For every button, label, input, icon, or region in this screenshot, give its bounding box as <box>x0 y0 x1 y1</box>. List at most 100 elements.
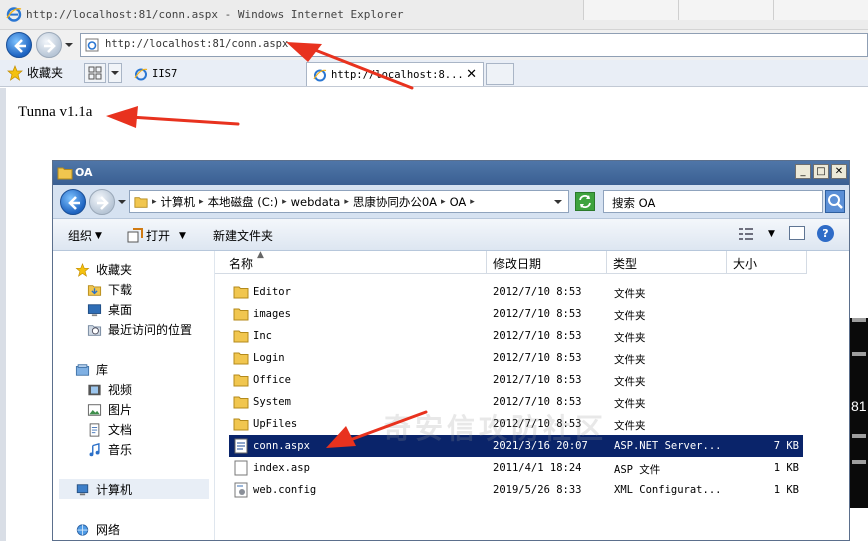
nav-favorites[interactable]: 收藏夹 <box>75 261 132 278</box>
tab-list-dropdown[interactable] <box>108 63 122 83</box>
breadcrumb-item[interactable]: 思康协同办公0A <box>353 194 437 210</box>
favorites-button[interactable]: 收藏夹 <box>7 64 63 81</box>
quick-tabs-button[interactable] <box>84 63 106 83</box>
file-type: 文件夹 <box>614 332 646 344</box>
address-url[interactable]: http://localhost:81/conn.aspx <box>105 38 288 50</box>
preview-pane-button[interactable] <box>789 226 805 240</box>
column-header-size[interactable]: 大小 <box>727 251 807 274</box>
tab-label: IIS7 <box>152 68 178 80</box>
tab-conn-aspx[interactable]: http://localhost:8... ✕ <box>306 62 484 86</box>
column-label: 名称 <box>229 257 254 271</box>
file-name: UpFiles <box>253 418 298 430</box>
nav-label: 桌面 <box>108 303 133 317</box>
new-folder-button[interactable]: 新建文件夹 <box>213 227 273 244</box>
close-tab-icon[interactable]: ✕ <box>466 67 477 82</box>
folder-icon <box>57 167 73 180</box>
chevron-down-icon: ▼ <box>768 229 775 239</box>
file-row[interactable]: Login 2012/7/10 8:53 文件夹 <box>229 347 803 369</box>
recent-pages-dropdown-icon[interactable] <box>117 197 127 207</box>
open-button[interactable]: 打开 ▼ <box>127 227 186 244</box>
column-header-date[interactable]: 修改日期 <box>487 251 607 274</box>
address-history-dropdown-icon[interactable] <box>553 197 563 207</box>
folder-icon <box>134 196 148 208</box>
tab-iis7[interactable]: IIS7 <box>128 62 304 86</box>
column-header-name[interactable]: ▲ 名称 <box>215 250 487 274</box>
address-row: http://localhost:81/conn.aspx <box>0 30 868 60</box>
nav-label: 库 <box>96 363 109 377</box>
nav-recent-places[interactable]: 最近访问的位置 <box>87 321 192 338</box>
file-row[interactable]: images 2012/7/10 8:53 文件夹 <box>229 303 803 325</box>
file-type: 文件夹 <box>614 376 646 388</box>
address-bar[interactable]: http://localhost:81/conn.aspx <box>80 33 868 57</box>
new-folder-label: 新建文件夹 <box>213 229 274 243</box>
file-row[interactable]: Office 2012/7/10 8:53 文件夹 <box>229 369 803 391</box>
explorer-title: OA <box>75 166 93 179</box>
organize-button[interactable]: 组织 ▼ <box>68 227 102 244</box>
asp-file-icon <box>233 460 249 479</box>
column-label: 类型 <box>613 257 638 271</box>
ie-logo-icon <box>6 7 22 22</box>
new-tab-button[interactable] <box>486 63 514 85</box>
column-header-type[interactable]: 类型 <box>607 251 727 274</box>
forward-button[interactable] <box>36 32 62 58</box>
document-icon <box>89 422 100 437</box>
quick-tabs-icon <box>88 66 102 80</box>
search-button[interactable] <box>825 190 845 213</box>
open-label: 打开 <box>146 229 171 243</box>
folder-icon <box>233 350 249 369</box>
breadcrumb[interactable]: ▸ 计算机 ▸ 本地磁盘 (C:) ▸ webdata ▸ 思康协同办公0A ▸… <box>129 190 569 213</box>
arrow-left-icon <box>68 196 80 210</box>
file-row[interactable]: index.asp 2011/4/1 18:24 ASP 文件 1 KB <box>229 457 803 479</box>
file-size: 7 KB <box>773 440 799 452</box>
explorer-title-bar: OA _ □ ✕ <box>53 161 849 185</box>
folder-icon <box>233 416 249 435</box>
aspx-file-icon <box>233 438 249 457</box>
explorer-close-button[interactable]: ✕ <box>831 164 847 179</box>
minimize-button[interactable] <box>583 0 678 20</box>
file-name: Editor <box>253 286 291 298</box>
refresh-button[interactable] <box>575 192 595 211</box>
nav-desktop[interactable]: 桌面 <box>87 301 132 318</box>
breadcrumb-item[interactable]: webdata <box>291 195 341 209</box>
explorer-nav-bar: ▸ 计算机 ▸ 本地磁盘 (C:) ▸ webdata ▸ 思康协同办公0A ▸… <box>53 185 849 219</box>
nav-documents[interactable]: 文档 <box>87 421 132 438</box>
change-view-button[interactable]: ▼ <box>737 226 775 242</box>
back-button[interactable] <box>6 32 32 58</box>
nav-computer[interactable]: 计算机 <box>75 481 132 498</box>
explorer-maximize-button[interactable]: □ <box>813 164 829 179</box>
breadcrumb-item[interactable]: 本地磁盘 (C:) <box>208 194 279 210</box>
file-type: ASP 文件 <box>614 464 661 476</box>
maximize-button[interactable] <box>678 0 773 20</box>
chevron-down-icon: ▼ <box>95 230 102 241</box>
nav-libraries[interactable]: 库 <box>75 361 108 378</box>
nav-music[interactable]: 音乐 <box>87 441 132 458</box>
search-input[interactable]: 搜索 OA <box>603 190 823 213</box>
explorer-back-button[interactable] <box>60 189 86 215</box>
desktop-icon <box>87 303 102 316</box>
refresh-icon <box>579 195 591 208</box>
nav-downloads[interactable]: 下载 <box>87 281 132 298</box>
watermark-text: 奇安信攻防社区 <box>383 412 608 445</box>
arrow-right-icon <box>44 39 56 53</box>
breadcrumb-separator-icon: ▸ <box>344 196 349 207</box>
nav-network[interactable]: 网络 <box>75 521 120 538</box>
help-icon[interactable]: ? <box>817 225 834 242</box>
page-icon <box>85 38 99 52</box>
sort-ascending-icon: ▲ <box>257 250 264 260</box>
nav-pictures[interactable]: 图片 <box>87 401 132 418</box>
file-row[interactable]: web.config 2019/5/26 8:33 XML Configurat..… <box>229 479 803 501</box>
nav-videos[interactable]: 视频 <box>87 381 132 398</box>
column-label: 大小 <box>733 257 758 271</box>
breadcrumb-item[interactable]: 计算机 <box>161 194 196 210</box>
file-date: 2012/7/10 8:53 <box>493 374 582 386</box>
history-dropdown-icon[interactable] <box>64 40 74 50</box>
explorer-forward-button[interactable] <box>89 189 115 215</box>
file-type: 文件夹 <box>614 354 646 366</box>
file-row[interactable]: Inc 2012/7/10 8:53 文件夹 <box>229 325 803 347</box>
file-row[interactable]: Editor 2012/7/10 8:53 文件夹 <box>229 281 803 303</box>
background-window-strip: 81 <box>850 318 868 508</box>
explorer-minimize-button[interactable]: _ <box>795 164 811 179</box>
breadcrumb-item[interactable]: OA <box>450 195 467 209</box>
close-window-button[interactable] <box>773 0 868 20</box>
library-icon <box>75 363 90 376</box>
